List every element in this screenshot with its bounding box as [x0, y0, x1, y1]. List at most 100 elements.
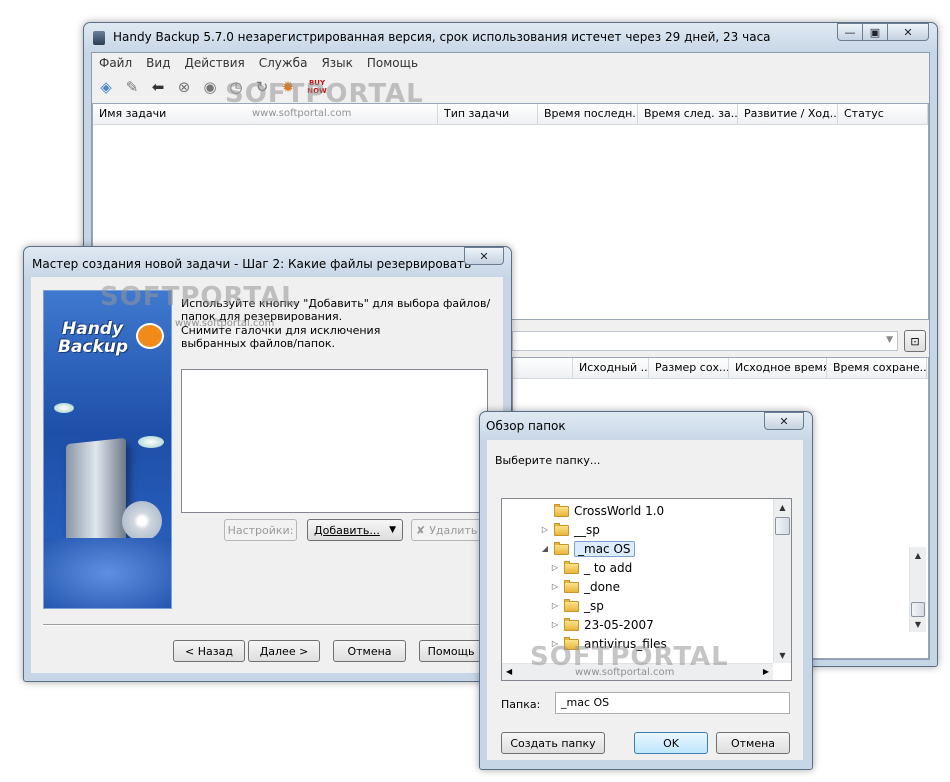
- expand-toggle-icon[interactable]: ▷: [550, 582, 560, 591]
- col-source[interactable]: Исходный ...: [573, 358, 649, 378]
- col-next-time[interactable]: Время след. за...: [638, 104, 738, 124]
- folder-icon: [554, 523, 569, 536]
- col-task-name[interactable]: Имя задачи: [93, 104, 438, 124]
- col-progress[interactable]: Развитие / Ход...: [738, 104, 838, 124]
- next-button[interactable]: Далее >: [248, 640, 320, 662]
- stop-icon[interactable]: ⊗: [174, 77, 194, 97]
- tree-item-label: _done: [584, 579, 620, 594]
- disc-decoration-icon: [138, 436, 164, 448]
- tree-item[interactable]: ▷ _done: [502, 577, 620, 596]
- ok-button[interactable]: OK: [634, 732, 708, 754]
- tree-item[interactable]: ▷ _sp: [502, 596, 604, 615]
- col-saved-time[interactable]: Время сохране...: [827, 358, 927, 378]
- tree-item[interactable]: ▷ _ to add: [502, 558, 632, 577]
- menu-file[interactable]: Файл: [92, 56, 139, 70]
- menu-bar: Файл Вид Действия Служба Язык Помощь: [92, 53, 929, 73]
- delete-icon: ✘: [416, 523, 426, 537]
- wizard-close-button[interactable]: ✕: [464, 247, 504, 265]
- back-button[interactable]: < Назад: [173, 640, 245, 662]
- expand-toggle-icon[interactable]: ▷: [540, 525, 550, 534]
- close-button[interactable]: ✕: [887, 23, 929, 41]
- log-scrollbar[interactable]: ▲ ▼: [909, 547, 926, 632]
- back-arrow-icon[interactable]: ⬅: [148, 77, 168, 97]
- tree-scrollbar-h[interactable]: ◀ ▶: [502, 663, 773, 680]
- tree-item[interactable]: ▷ antivirus_files: [502, 634, 667, 653]
- tree-item-label: CrossWorld 1.0: [574, 503, 665, 518]
- browse-titlebar[interactable]: Обзор папок ✕: [480, 412, 812, 440]
- col-last-time[interactable]: Время последн...: [538, 104, 638, 124]
- scroll-thumb[interactable]: [775, 517, 790, 535]
- folder-icon: [554, 504, 569, 517]
- main-toolbar: ◈ ✎ ⬅ ⊗ ◉ ◷ ↻ ✹ BUY NOW: [92, 73, 929, 101]
- scroll-up-arrow[interactable]: ▲: [910, 547, 926, 563]
- wizard-cancel-button[interactable]: Отмена: [333, 640, 406, 662]
- go-up-button[interactable]: ⊡: [904, 330, 926, 352]
- col-saved-size[interactable]: Размер сох...: [649, 358, 729, 378]
- wizard-help-button[interactable]: Помощь: [419, 640, 483, 662]
- new-task-icon[interactable]: ◈: [96, 77, 116, 97]
- wizard-title: Мастер создания новой задачи - Шаг 2: Ка…: [32, 257, 472, 271]
- main-window-title: Handy Backup 5.7.0 незарегистрированная …: [113, 30, 771, 44]
- browse-folders-dialog: Обзор папок ✕ Выберите папку... CrossWor…: [479, 411, 813, 770]
- folder-icon: [564, 599, 579, 612]
- schedule-icon[interactable]: ◷: [226, 77, 246, 97]
- disc-decoration-icon: [122, 501, 162, 541]
- expand-toggle-icon[interactable]: ◢: [540, 544, 550, 553]
- browse-title: Обзор папок: [486, 419, 566, 433]
- options-icon[interactable]: ✹: [278, 77, 298, 97]
- menu-service[interactable]: Служба: [252, 56, 315, 70]
- col-status[interactable]: Статус: [838, 104, 928, 124]
- buy-now-icon[interactable]: BUY NOW: [304, 77, 330, 97]
- minimize-button[interactable]: —: [837, 23, 863, 41]
- add-button[interactable]: Добавить... ▼: [307, 519, 403, 541]
- path-combo[interactable]: ▼: [512, 331, 898, 351]
- tree-item[interactable]: ▷ 23-05-2007: [502, 615, 654, 634]
- scroll-right-arrow[interactable]: ▶: [763, 667, 769, 676]
- disc-decoration-icon: [54, 403, 74, 413]
- maximize-button[interactable]: ▣: [862, 23, 888, 41]
- folder-icon: [564, 580, 579, 593]
- expand-toggle-icon[interactable]: ▷: [550, 620, 560, 629]
- tree-item-label: _ to add: [584, 560, 633, 575]
- folder-path-input[interactable]: _mac OS: [555, 692, 790, 714]
- scroll-left-arrow[interactable]: ◀: [506, 667, 512, 676]
- wizard-titlebar[interactable]: Мастер создания новой задачи - Шаг 2: Ка…: [24, 247, 511, 275]
- refresh-icon[interactable]: ↻: [252, 77, 272, 97]
- selected-files-list[interactable]: [181, 369, 488, 513]
- wizard-instructions-2: Снимите галочки для исключения выбранных…: [181, 324, 381, 350]
- expand-toggle-icon[interactable]: ▷: [550, 601, 560, 610]
- add-button-label: Добавить...: [314, 523, 380, 537]
- main-titlebar[interactable]: Handy Backup 5.7.0 незарегистрированная …: [84, 23, 937, 51]
- menu-help[interactable]: Помощь: [360, 56, 425, 70]
- run-icon[interactable]: ◉: [200, 77, 220, 97]
- tree-item[interactable]: CrossWorld 1.0: [502, 501, 664, 520]
- expand-toggle-icon[interactable]: ▷: [550, 563, 560, 572]
- scroll-down-arrow[interactable]: ▼: [774, 647, 791, 663]
- floor-reflection: [44, 538, 171, 608]
- col-task-type[interactable]: Тип задачи: [438, 104, 538, 124]
- folder-icon: [554, 542, 569, 555]
- menu-language[interactable]: Язык: [314, 56, 359, 70]
- scroll-up-arrow[interactable]: ▲: [774, 499, 791, 515]
- new-folder-button[interactable]: Создать папку: [501, 732, 605, 754]
- wizard-window: Мастер создания новой задачи - Шаг 2: Ка…: [23, 246, 512, 682]
- file-list-header: Исходный ... Размер сох... Исходное врем…: [513, 358, 928, 379]
- scroll-thumb[interactable]: [911, 602, 925, 617]
- edit-icon[interactable]: ✎: [122, 77, 142, 97]
- tree-item[interactable]: ▷ __sp: [502, 520, 600, 539]
- menu-actions[interactable]: Действия: [177, 56, 251, 70]
- menu-view[interactable]: Вид: [139, 56, 177, 70]
- col-source-time[interactable]: Исходное время: [729, 358, 827, 378]
- tree-item[interactable]: ◢ _mac OS: [502, 539, 635, 558]
- tree-item-label: __sp: [574, 522, 600, 537]
- tree-scrollbar-v[interactable]: ▲ ▼: [773, 499, 791, 663]
- expand-toggle-icon[interactable]: ▷: [550, 639, 560, 648]
- settings-button[interactable]: Настройки:: [224, 519, 297, 541]
- tree-item-label: antivirus_files: [584, 636, 667, 651]
- browse-cancel-button[interactable]: Отмена: [716, 732, 790, 754]
- scroll-down-arrow[interactable]: ▼: [910, 616, 926, 632]
- logo-text-handy: Handy: [62, 319, 124, 339]
- browse-close-button[interactable]: ✕: [764, 412, 804, 430]
- folder-tree[interactable]: CrossWorld 1.0 ▷ __sp ◢ _mac OS ▷ _ to add ▷ _do…: [501, 498, 792, 681]
- delete-button[interactable]: ✘ Удалить: [411, 519, 481, 541]
